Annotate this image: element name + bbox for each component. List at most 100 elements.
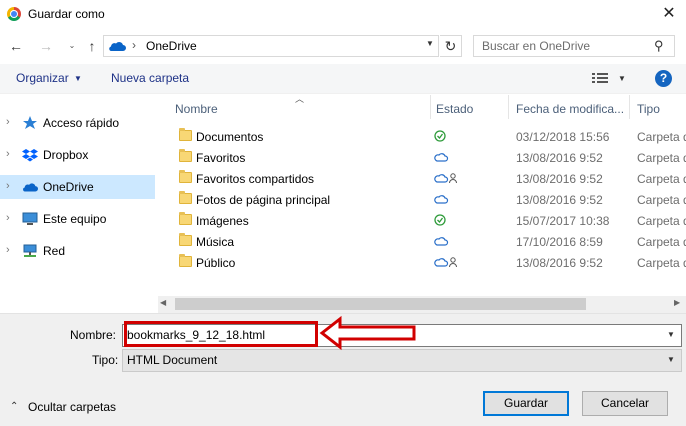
cloud-shared-icon bbox=[434, 171, 464, 185]
chevron-down-icon[interactable]: ▼ bbox=[426, 39, 434, 48]
sidebar-item-label: Red bbox=[43, 244, 66, 258]
file-date: 15/07/2017 10:38 bbox=[516, 214, 610, 228]
computer-icon bbox=[22, 212, 38, 225]
file-date: 13/08/2016 9:52 bbox=[516, 193, 603, 207]
onedrive-cloud-icon bbox=[109, 41, 126, 52]
sidebar-item-onedrive[interactable]: › OneDrive bbox=[0, 175, 155, 199]
file-name: Público bbox=[196, 256, 236, 270]
column-header-status[interactable]: Estado bbox=[436, 102, 473, 116]
cloud-shared-icon bbox=[434, 255, 464, 269]
sidebar-item-label: Dropbox bbox=[43, 148, 89, 162]
save-button[interactable]: Guardar bbox=[483, 391, 569, 416]
file-type: Carpeta de bbox=[637, 256, 686, 270]
filetype-value: HTML Document bbox=[127, 353, 218, 367]
search-icon: ⚲ bbox=[654, 38, 664, 53]
column-header-type[interactable]: Tipo bbox=[637, 102, 660, 116]
folder-icon bbox=[179, 254, 192, 267]
new-folder-button[interactable]: Nueva carpeta bbox=[111, 71, 189, 85]
file-name: Documentos bbox=[196, 130, 264, 144]
title-bar: Guardar como ✕ bbox=[0, 0, 686, 30]
folder-icon bbox=[179, 191, 192, 204]
breadcrumb-onedrive[interactable]: OneDrive bbox=[146, 39, 197, 53]
column-header-date[interactable]: Fecha de modifica... bbox=[516, 102, 624, 116]
hide-folders-button[interactable]: Ocultar carpetas bbox=[28, 400, 116, 414]
chevron-down-icon[interactable]: ▼ bbox=[667, 330, 675, 339]
recent-locations-chevron-icon[interactable]: ⌄ bbox=[62, 36, 82, 56]
up-button[interactable]: ↑ bbox=[82, 36, 102, 56]
sidebar-item-network[interactable]: › Red bbox=[0, 239, 155, 263]
file-name: Fotos de página principal bbox=[196, 193, 331, 207]
filetype-label: Tipo: bbox=[92, 353, 119, 367]
file-row[interactable]: Favoritos compartidos 13/08/2016 9:52 Carp… bbox=[158, 168, 686, 189]
back-button[interactable]: ← bbox=[6, 36, 26, 56]
sidebar-item-this-pc[interactable]: › Este equipo bbox=[0, 207, 155, 231]
file-type: Carpeta de bbox=[637, 172, 686, 186]
scroll-left-icon[interactable]: ◀ bbox=[160, 298, 166, 307]
chevron-right-icon[interactable]: › bbox=[6, 148, 10, 160]
file-name: Favoritos bbox=[196, 151, 246, 165]
network-icon bbox=[23, 244, 37, 257]
navigation-pane: › Acceso rápido › Dropbox › OneDrive › E… bbox=[0, 95, 158, 313]
file-date: 13/08/2016 9:52 bbox=[516, 151, 603, 165]
cloud-status-icon bbox=[434, 150, 464, 164]
sidebar-item-quick-access[interactable]: › Acceso rápido bbox=[0, 111, 155, 135]
search-input[interactable]: Buscar en OneDrive ⚲ bbox=[473, 35, 675, 57]
file-row[interactable]: Música 17/10/2016 8:59 Carpeta de bbox=[158, 231, 686, 252]
close-button[interactable]: ✕ bbox=[652, 0, 686, 28]
file-list: ︿ Nombre Estado Fecha de modifica... Tip… bbox=[158, 94, 686, 313]
file-type: Carpeta de bbox=[637, 193, 686, 207]
annotation-arrow-icon bbox=[319, 315, 416, 351]
sidebar-item-label: Este equipo bbox=[43, 212, 107, 226]
column-divider[interactable] bbox=[508, 95, 509, 119]
chevron-right-icon[interactable]: › bbox=[6, 244, 10, 256]
file-type: Carpeta de bbox=[637, 235, 686, 249]
file-row[interactable]: Documentos 03/12/2018 15:56 Carpeta de bbox=[158, 126, 686, 147]
column-divider[interactable] bbox=[430, 95, 431, 119]
sidebar-item-label: OneDrive bbox=[43, 180, 94, 194]
horizontal-scrollbar[interactable]: ◀ ▶ bbox=[158, 296, 686, 313]
file-type: Carpeta de bbox=[637, 151, 686, 165]
sort-ascending-icon: ︿ bbox=[295, 94, 305, 104]
sync-check-icon bbox=[434, 213, 464, 227]
chevron-right-icon[interactable]: › bbox=[6, 212, 10, 224]
scrollbar-thumb[interactable] bbox=[175, 298, 586, 310]
file-row[interactable]: Imágenes 15/07/2017 10:38 Carpeta de bbox=[158, 210, 686, 231]
cloud-icon bbox=[23, 183, 38, 192]
organize-button[interactable]: Organizar bbox=[16, 71, 69, 85]
help-icon[interactable]: ? bbox=[655, 70, 672, 87]
cloud-status-icon bbox=[434, 234, 464, 248]
command-bar: Organizar ▼ Nueva carpeta ▼ ? bbox=[0, 64, 686, 94]
chevron-down-icon[interactable]: ▼ bbox=[74, 74, 82, 83]
breadcrumb-separator: › bbox=[132, 38, 136, 52]
scroll-right-icon[interactable]: ▶ bbox=[674, 298, 680, 307]
chevron-right-icon[interactable]: › bbox=[6, 116, 10, 128]
file-date: 13/08/2016 9:52 bbox=[516, 172, 603, 186]
cancel-button[interactable]: Cancelar bbox=[582, 391, 668, 416]
refresh-button[interactable]: ↻ bbox=[440, 35, 462, 57]
column-header-name[interactable]: Nombre bbox=[175, 102, 218, 116]
chevron-down-icon[interactable]: ▼ bbox=[667, 355, 675, 364]
file-date: 03/12/2018 15:56 bbox=[516, 130, 610, 144]
forward-button[interactable]: → bbox=[36, 36, 56, 56]
window-title: Guardar como bbox=[28, 7, 105, 21]
search-placeholder: Buscar en OneDrive bbox=[482, 39, 591, 53]
address-bar[interactable]: › OneDrive ▼ bbox=[103, 35, 439, 57]
sidebar-item-dropbox[interactable]: › Dropbox bbox=[0, 143, 155, 167]
filename-label: Nombre: bbox=[70, 328, 117, 342]
dropbox-icon bbox=[22, 149, 38, 162]
sidebar-item-label: Acceso rápido bbox=[43, 116, 120, 130]
column-divider[interactable] bbox=[629, 95, 630, 119]
annotation-highlight-box bbox=[124, 321, 318, 347]
file-row[interactable]: Público 13/08/2016 9:52 Carpeta de bbox=[158, 252, 686, 273]
view-details-icon[interactable] bbox=[592, 72, 608, 84]
file-row[interactable]: Fotos de página principal 13/08/2016 9:52… bbox=[158, 189, 686, 210]
file-name: Imágenes bbox=[196, 214, 249, 228]
file-type: Carpeta de bbox=[637, 214, 686, 228]
chevron-up-icon[interactable]: ⌃ bbox=[10, 401, 18, 412]
chevron-right-icon[interactable]: › bbox=[6, 180, 10, 192]
folder-icon bbox=[179, 149, 192, 162]
file-row[interactable]: Favoritos 13/08/2016 9:52 Carpeta de bbox=[158, 147, 686, 168]
chevron-down-icon[interactable]: ▼ bbox=[618, 74, 626, 83]
star-icon bbox=[23, 116, 37, 129]
folder-icon bbox=[179, 170, 192, 183]
